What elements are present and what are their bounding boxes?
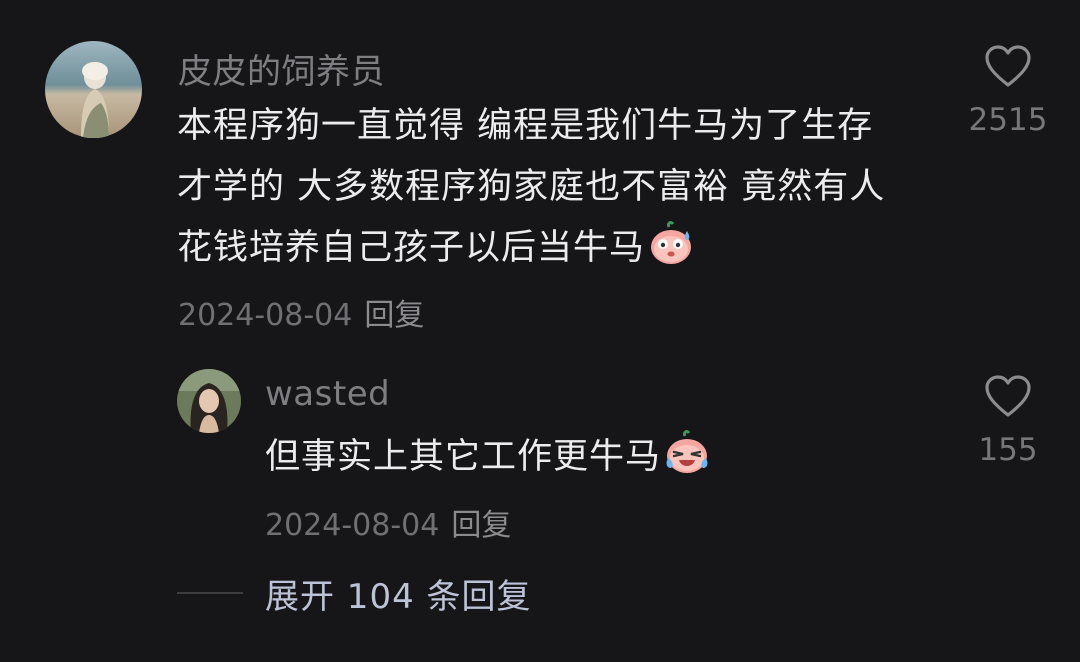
reply-button[interactable]: 回复 — [364, 298, 424, 333]
crying-laughing-emoji-icon — [663, 428, 711, 496]
reply-meta: 2024-08-04 回复 — [265, 500, 511, 544]
comment-text-line: 花钱培养自己孩子以后当牛马 — [177, 218, 937, 287]
reply-text-segment: 但事实上其它工作更牛马 — [265, 437, 662, 477]
divider — [177, 592, 243, 594]
sweat-face-emoji-icon — [647, 219, 695, 287]
reply-like-control[interactable]: 155 — [953, 374, 1063, 468]
comment-date: 2024-08-04 — [178, 298, 353, 333]
heart-icon[interactable] — [984, 374, 1032, 418]
like-control[interactable]: 2515 — [953, 44, 1063, 138]
reply-text: 但事实上其它工作更牛马 — [265, 427, 825, 496]
reply-like-count: 155 — [978, 432, 1038, 468]
comment-meta: 2024-08-04 回复 — [178, 290, 424, 334]
reply-date: 2024-08-04 — [265, 508, 440, 543]
comment-text-line: 本程序狗一直觉得 编程是我们牛马为了生存 — [177, 106, 874, 146]
heart-icon[interactable] — [984, 44, 1032, 88]
comment-text-segment: 花钱培养自己孩子以后当牛马 — [177, 228, 646, 268]
like-count: 2515 — [968, 102, 1048, 138]
reply-user-avatar[interactable] — [177, 369, 241, 433]
comment-username[interactable]: 皮皮的饲养员 — [178, 44, 385, 93]
expand-replies-label: 展开 104 条回复 — [265, 576, 532, 617]
reply-username[interactable]: wasted — [265, 374, 390, 414]
reply-text-line: 但事实上其它工作更牛马 — [265, 427, 825, 496]
comment-text: 本程序狗一直觉得 编程是我们牛马为了生存 才学的 大多数程序狗家庭也不富裕 竟然… — [177, 96, 937, 287]
comment-text-line: 才学的 大多数程序狗家庭也不富裕 竟然有人 — [177, 167, 886, 207]
expand-replies-button[interactable]: 展开 104 条回复 — [177, 570, 532, 617]
avatar-photo-icon — [45, 41, 142, 138]
user-avatar[interactable] — [45, 41, 142, 138]
avatar-photo-icon — [177, 369, 241, 433]
reply-button[interactable]: 回复 — [451, 508, 511, 543]
